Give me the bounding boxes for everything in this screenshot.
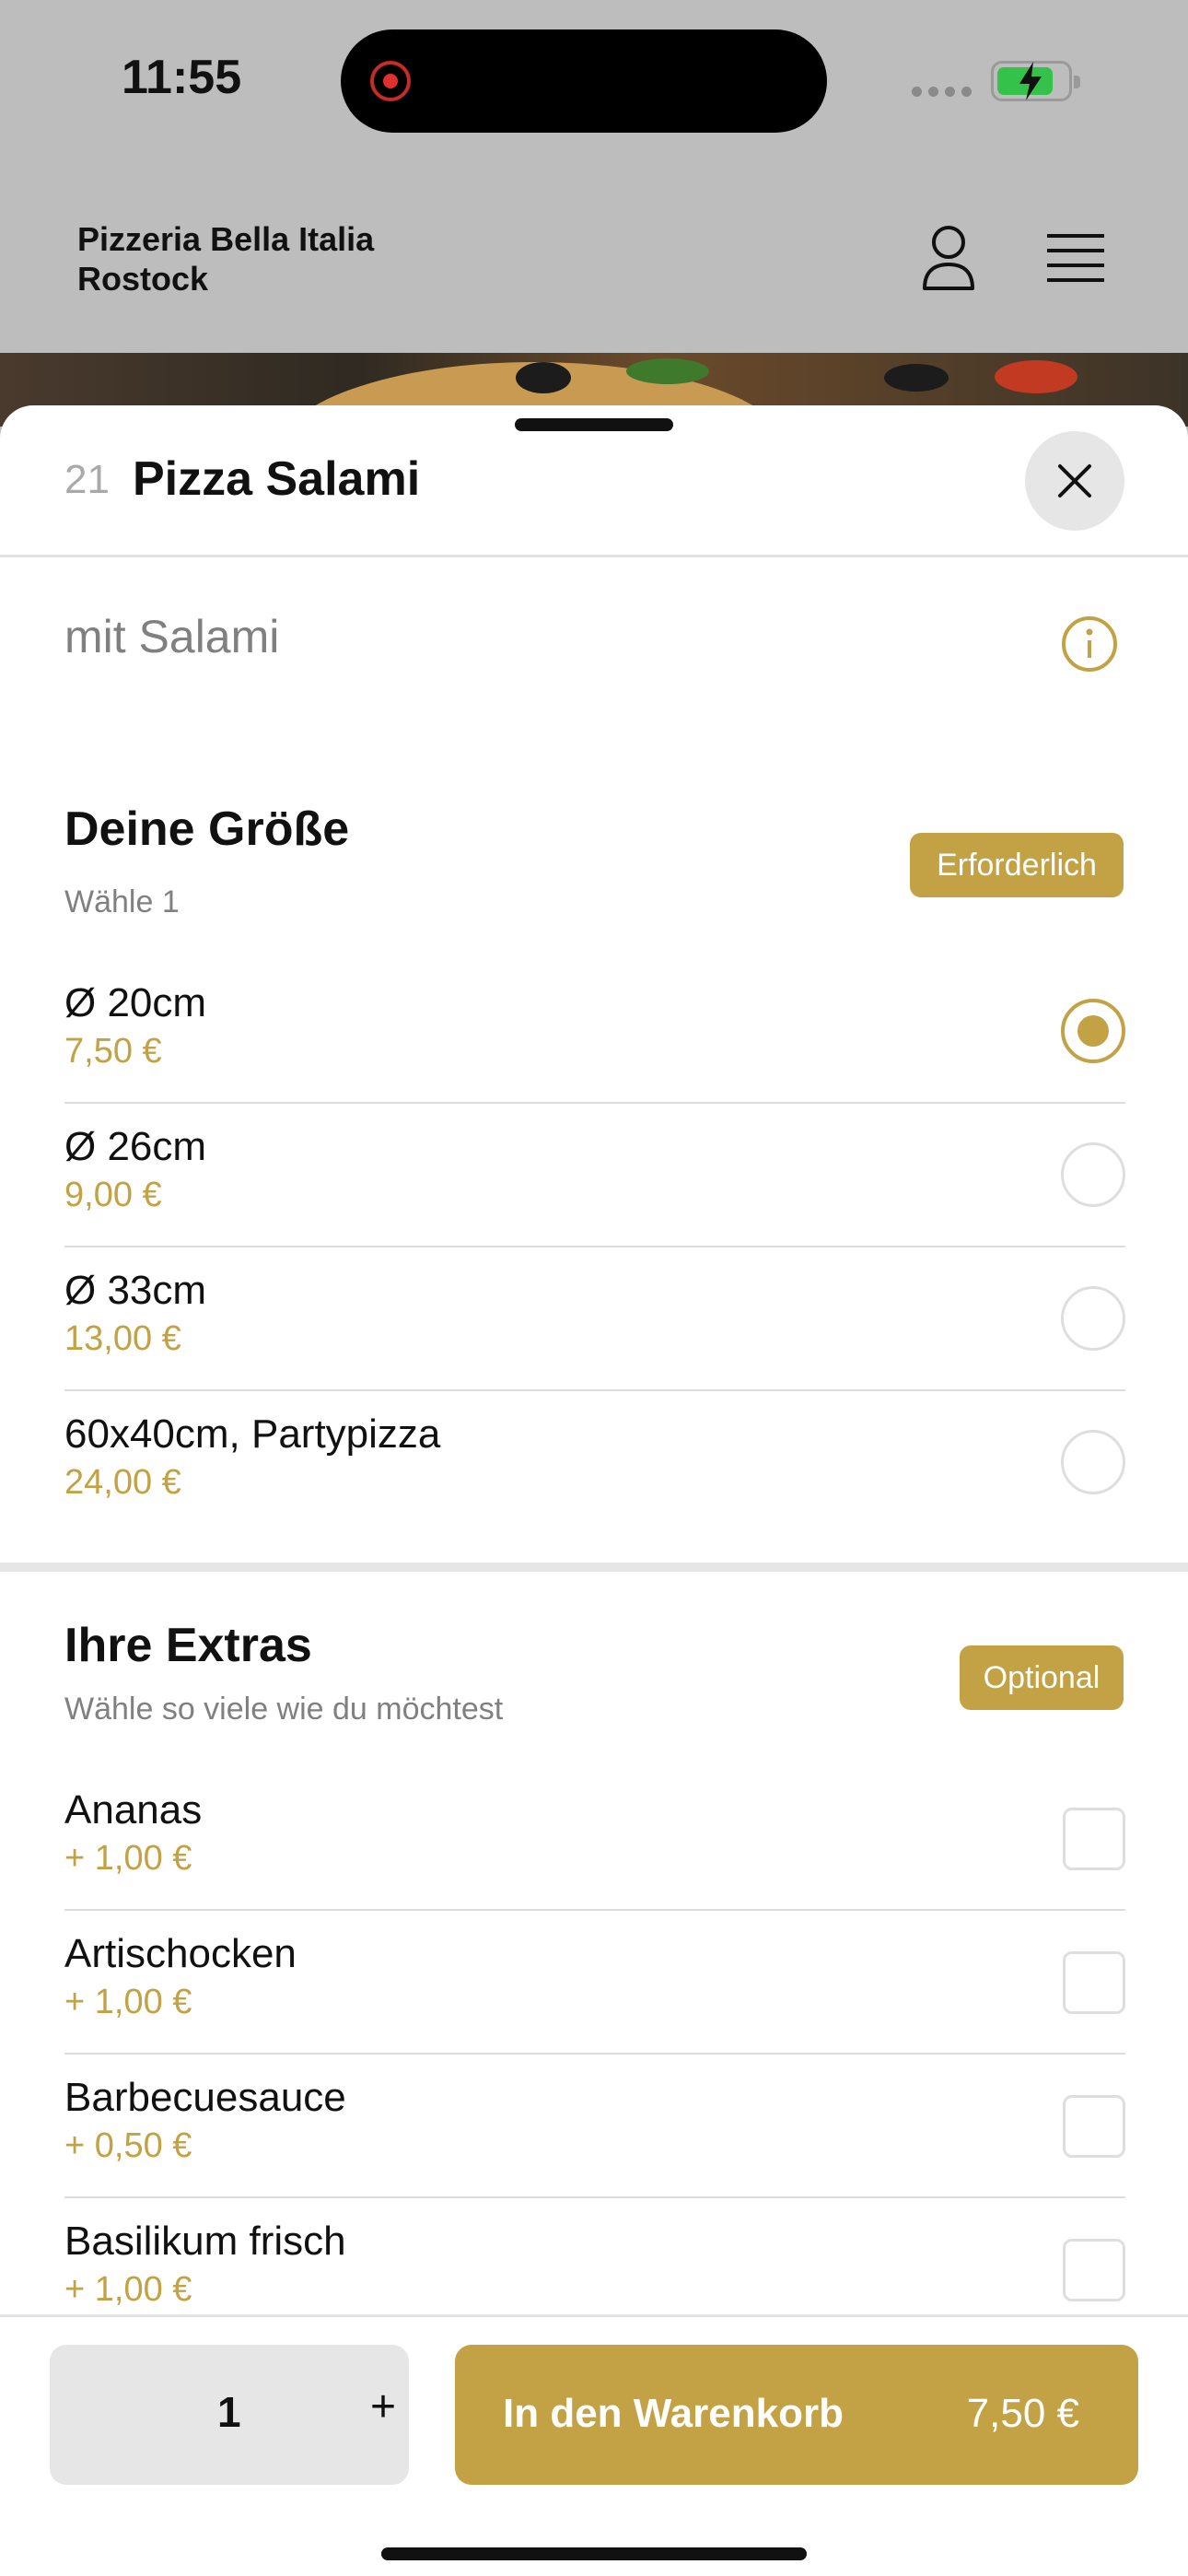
size-option[interactable]: Ø 33cm 13,00 €: [64, 1247, 1125, 1391]
size-option-price: 7,50 €: [64, 1032, 162, 1071]
restaurant-name-line2: Rostock: [77, 260, 209, 298]
extra-option-name: Barbecuesauce: [64, 2075, 346, 2120]
size-option-price: 13,00 €: [64, 1319, 181, 1358]
signal-icon: [912, 87, 972, 97]
size-radio[interactable]: [1061, 1286, 1125, 1351]
extra-checkbox[interactable]: [1063, 2095, 1125, 2158]
add-to-cart-label: In den Warenkorb: [503, 2391, 844, 2436]
extra-option[interactable]: Barbecuesauce + 0,50 €: [64, 2055, 1125, 2198]
extra-option[interactable]: Artischocken + 1,00 €: [64, 1911, 1125, 2055]
add-to-cart-button[interactable]: In den Warenkorb 7,50 €: [455, 2345, 1138, 2485]
item-description: mit Salami: [64, 611, 280, 662]
extra-checkbox[interactable]: [1063, 1951, 1125, 2014]
section-divider: [0, 1563, 1188, 1572]
extras-section-subtitle: Wähle so viele wie du möchtest: [64, 1692, 504, 1727]
item-title: Pizza Salami: [133, 452, 421, 506]
extra-option-price: + 1,00 €: [64, 1983, 192, 2021]
size-radio-selected[interactable]: [1061, 999, 1125, 1063]
close-button[interactable]: [1025, 431, 1124, 531]
extra-option-name: Artischocken: [64, 1931, 297, 1976]
size-radio[interactable]: [1061, 1142, 1125, 1207]
size-option-price: 9,00 €: [64, 1176, 162, 1214]
sheet-grabber[interactable]: [515, 418, 673, 431]
size-option[interactable]: 60x40cm, Partypizza 24,00 €: [64, 1391, 1125, 1535]
quantity-stepper[interactable]: 1 +: [50, 2345, 409, 2485]
size-option-name: Ø 33cm: [64, 1268, 207, 1313]
restaurant-name-line1: Pizzeria Bella Italia: [77, 220, 375, 258]
status-time: 11:55: [122, 51, 242, 104]
info-icon[interactable]: [1061, 615, 1118, 673]
header-divider: [0, 555, 1188, 557]
extras-section-title: Ihre Extras: [64, 1619, 312, 1672]
extra-option-name: Basilikum frisch: [64, 2219, 346, 2264]
extra-checkbox[interactable]: [1063, 2239, 1125, 2301]
cart-action-bar: 1 + In den Warenkorb 7,50 €: [0, 2314, 1188, 2576]
product-sheet: 21 Pizza Salami mit Salami Deine Größe W…: [0, 405, 1188, 2576]
menu-icon[interactable]: [1039, 221, 1112, 295]
battery-icon: [991, 61, 1080, 101]
dynamic-island: [341, 29, 827, 133]
extra-checkbox[interactable]: [1063, 1808, 1125, 1870]
restaurant-name[interactable]: Pizzeria Bella Italia Rostock: [77, 219, 374, 299]
screen: 11:55 Pizzeria Bella Italia Rostock 21 P…: [0, 0, 1188, 2576]
extra-option-name: Ananas: [64, 1787, 203, 1832]
size-option-name: Ø 26cm: [64, 1124, 207, 1169]
cart-total: 7,50 €: [966, 2391, 1079, 2436]
size-option-price: 24,00 €: [64, 1463, 181, 1502]
extra-option-price: + 1,00 €: [64, 2270, 192, 2309]
extra-option-price: + 0,50 €: [64, 2126, 192, 2165]
size-option[interactable]: Ø 20cm 7,50 €: [64, 960, 1125, 1104]
quantity-value: 1: [217, 2388, 241, 2436]
extra-option-price: + 1,00 €: [64, 1839, 192, 1878]
size-section-subtitle: Wähle 1: [64, 884, 180, 919]
close-icon: [1058, 464, 1091, 498]
quantity-increase-button[interactable]: +: [370, 2382, 396, 2432]
optional-badge: Optional: [960, 1645, 1124, 1710]
home-indicator[interactable]: [381, 2547, 807, 2560]
extra-option[interactable]: Ananas + 1,00 €: [64, 1767, 1125, 1911]
size-section-title: Deine Größe: [64, 802, 350, 856]
recording-icon: [370, 61, 411, 101]
size-option-name: 60x40cm, Partypizza: [64, 1411, 441, 1457]
size-option[interactable]: Ø 26cm 9,00 €: [64, 1104, 1125, 1247]
size-radio[interactable]: [1061, 1430, 1125, 1494]
user-icon[interactable]: [912, 221, 985, 295]
size-option-name: Ø 20cm: [64, 980, 207, 1025]
required-badge: Erforderlich: [910, 833, 1124, 897]
item-number: 21: [64, 457, 110, 502]
